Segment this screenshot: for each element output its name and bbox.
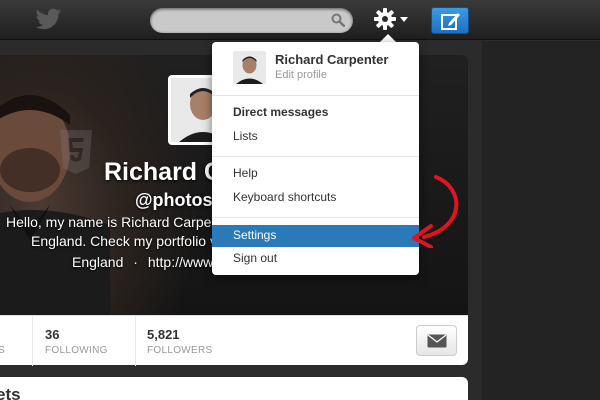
settings-menu-button[interactable] xyxy=(372,6,410,34)
menu-item-settings[interactable]: Settings xyxy=(212,225,419,247)
settings-dropdown-menu: Richard Carpenter Edit profile Direct me… xyxy=(212,42,419,275)
envelope-icon xyxy=(427,334,447,348)
direct-message-button[interactable] xyxy=(416,325,457,356)
menu-pointer xyxy=(380,34,396,42)
divider xyxy=(32,316,33,366)
menu-item-help[interactable]: Help xyxy=(212,163,419,185)
profile-handle: @photosh xyxy=(135,190,224,210)
gear-icon xyxy=(374,8,396,30)
avatar-image xyxy=(233,51,266,84)
menu-item-label: Help xyxy=(233,166,258,180)
profile-website-link[interactable]: http://www.r xyxy=(148,254,221,270)
annotation-arrow xyxy=(412,175,459,248)
top-nav-bar xyxy=(0,0,600,40)
background-photo xyxy=(0,95,110,315)
avatar xyxy=(233,51,266,84)
compose-tweet-button[interactable] xyxy=(431,7,469,34)
profile-bio-line: Hello, my name is Richard Carpe xyxy=(6,214,212,230)
menu-divider xyxy=(212,217,419,218)
tweets-section: ets xyxy=(0,377,468,400)
location-separator: · xyxy=(133,254,138,270)
followers-count: 5,821 xyxy=(147,327,180,342)
right-column xyxy=(482,41,600,400)
menu-item-direct-messages[interactable]: Direct messages xyxy=(212,102,419,124)
menu-divider xyxy=(212,95,419,96)
profile-stats: S 36 FOLLOWING 5,821 FOLLOWERS xyxy=(0,315,468,366)
edit-profile-link[interactable]: Edit profile xyxy=(275,69,327,81)
menu-item-label: Sign out xyxy=(233,251,278,265)
search-input[interactable] xyxy=(150,8,353,33)
menu-item-lists[interactable]: Lists xyxy=(212,126,419,148)
following-count: 36 xyxy=(45,327,60,342)
menu-item-label: Keyboard shortcuts xyxy=(233,190,337,204)
tweets-title: ets xyxy=(0,385,21,400)
menu-item-label: Settings xyxy=(233,228,277,242)
menu-item-keyboard-shortcuts[interactable]: Keyboard shortcuts xyxy=(212,187,419,209)
stat-label: S xyxy=(0,345,5,356)
divider xyxy=(135,316,136,366)
html5-logo xyxy=(60,130,92,174)
compose-icon xyxy=(441,13,460,30)
profile-location: England xyxy=(72,254,124,270)
following-label: FOLLOWING xyxy=(45,345,108,356)
twitter-bird-icon[interactable] xyxy=(36,8,62,30)
menu-item-sign-out[interactable]: Sign out xyxy=(212,248,419,270)
menu-item-label: Lists xyxy=(233,129,258,143)
followers-label: FOLLOWERS xyxy=(147,345,213,356)
profile-bio-line: England. Check my portfolio v xyxy=(31,233,217,249)
search-icon[interactable] xyxy=(331,13,345,27)
menu-user-name: Richard Carpenter xyxy=(275,52,389,67)
chevron-down-icon xyxy=(400,17,408,22)
profile-location-row: England · http://www.r xyxy=(72,254,221,270)
menu-item-label: Direct messages xyxy=(233,105,329,119)
menu-divider xyxy=(212,156,419,157)
